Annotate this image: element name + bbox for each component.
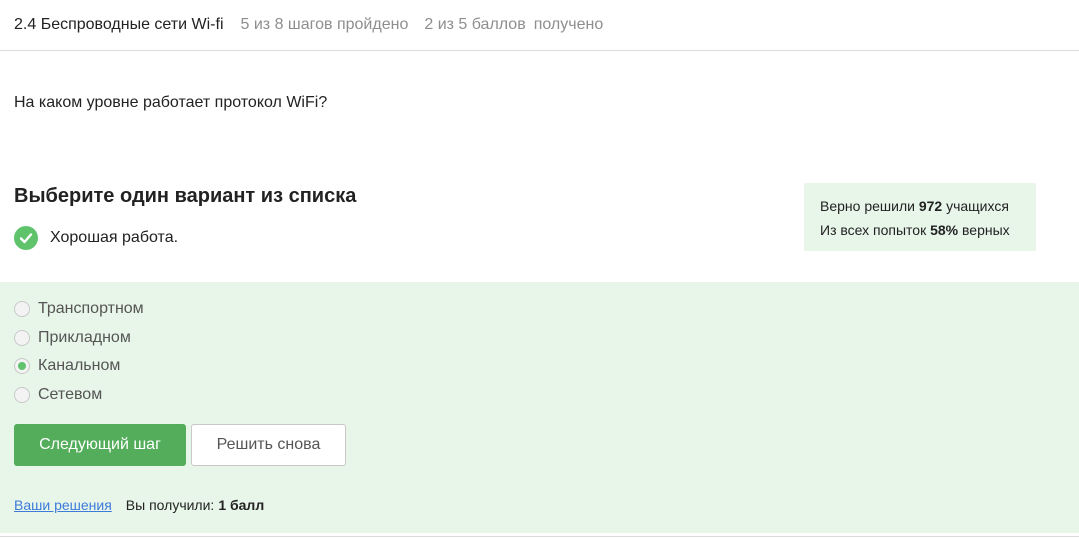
lesson-header: 2.4 Беспроводные сети Wi-fi 5 из 8 шагов…: [0, 0, 1079, 51]
task-title: Выберите один вариант из списка: [14, 185, 357, 207]
option-label: Сетевом: [38, 386, 103, 403]
option-label: Транспортном: [38, 300, 144, 317]
stats-attempts: Из всех попыток 58% верных: [820, 222, 1010, 238]
received-label: Вы получили:: [125, 497, 215, 513]
steps-progress: 5 из 8 шагов пройдено: [240, 16, 409, 33]
question-text: На каком уровне работает протокол WiFi?: [14, 94, 328, 111]
footer: Ваши решения Вы получили: 1 балл: [14, 497, 264, 513]
radio-button[interactable]: [14, 387, 30, 403]
score-suffix: получено: [533, 16, 604, 33]
received-value: 1 балл: [218, 497, 265, 513]
retry-button[interactable]: Решить снова: [191, 424, 346, 466]
feedback: Хорошая работа.: [14, 226, 178, 250]
radio-button[interactable]: [14, 330, 30, 346]
divider: [0, 536, 1079, 537]
stats-panel: Верно решили 972 учащихся Из всех попыто…: [804, 183, 1036, 251]
check-circle-icon: [14, 226, 38, 250]
your-solutions-link[interactable]: Ваши решения: [14, 497, 112, 513]
stats-solved: Верно решили 972 учащихся: [820, 198, 1009, 214]
option-label: Канальном: [38, 357, 121, 374]
score-progress: 2 из 5 баллов: [424, 16, 526, 33]
option-network[interactable]: Сетевом: [14, 386, 102, 404]
radio-dot: [18, 362, 26, 370]
answer-area: [0, 282, 1079, 533]
radio-button[interactable]: [14, 301, 30, 317]
option-datalink[interactable]: Канальном: [14, 357, 120, 375]
feedback-text: Хорошая работа.: [50, 229, 179, 246]
lesson-title[interactable]: 2.4 Беспроводные сети Wi-fi: [14, 16, 224, 34]
next-step-button[interactable]: Следующий шаг: [14, 424, 186, 466]
radio-button-selected[interactable]: [14, 358, 30, 374]
option-transport[interactable]: Транспортном: [14, 300, 144, 318]
option-application[interactable]: Прикладном: [14, 329, 131, 347]
option-label: Прикладном: [38, 329, 131, 346]
